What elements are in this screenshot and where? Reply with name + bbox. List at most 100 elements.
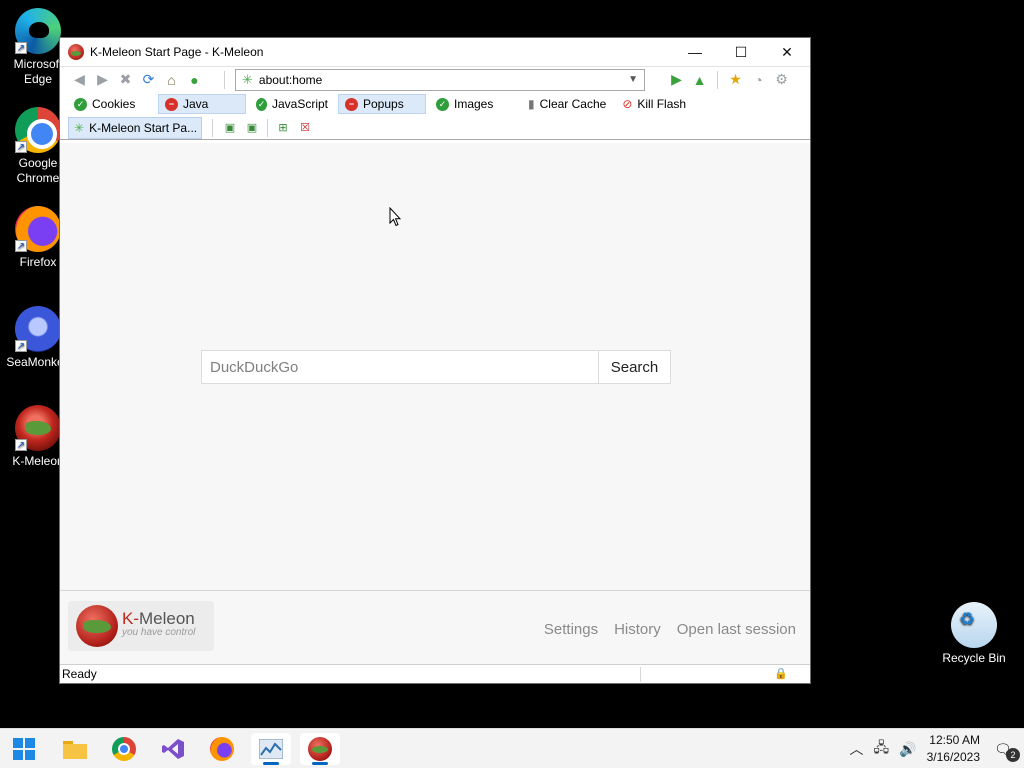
maximize-button[interactable]: ☐ xyxy=(718,38,764,66)
toolbar-separator xyxy=(717,70,718,89)
globe-icon[interactable]: ● xyxy=(183,70,206,90)
settings-link[interactable]: Settings xyxy=(544,621,598,638)
tab-start-page[interactable]: ✳ K-Meleon Start Pa... xyxy=(68,116,202,139)
running-indicator xyxy=(312,762,328,765)
status-cell xyxy=(640,667,768,682)
shortcut-arrow-icon: ↗ xyxy=(15,240,27,252)
settings-gear-icon[interactable]: ⚙ xyxy=(770,70,793,90)
shortcut-arrow-icon: ↗ xyxy=(15,340,27,352)
firefox-icon: ↗ xyxy=(15,206,61,252)
search-button[interactable]: Search xyxy=(598,350,671,384)
button-label: Clear Cache xyxy=(539,97,607,111)
kmeleon-icon: ↗ xyxy=(15,405,61,451)
url-input[interactable] xyxy=(258,72,629,87)
taskbar-firefox[interactable] xyxy=(202,733,242,765)
shortcut-arrow-icon: ↗ xyxy=(15,439,27,451)
windows-logo-icon xyxy=(13,738,35,760)
toggle-label: Popups xyxy=(363,97,404,111)
stop-icon[interactable]: ✖ xyxy=(114,70,137,90)
recycle-bin-icon: ♻ xyxy=(951,602,997,648)
visual-studio-icon xyxy=(162,739,184,759)
taskbar-file-explorer[interactable] xyxy=(55,733,95,765)
button-label: Kill Flash xyxy=(637,97,687,111)
footer-links: Settings History Open last session xyxy=(544,621,796,638)
taskbar-chrome[interactable] xyxy=(104,733,144,765)
notification-count: 2 xyxy=(1006,747,1020,762)
desktop-icon-label: Recycle Bin xyxy=(942,651,1006,665)
privacy-toolbar: ✓ Cookies − Java ✓ JavaScript − Popups ✓… xyxy=(60,92,810,116)
previous-tab-icon[interactable]: ▣ xyxy=(219,119,241,137)
open-last-session-link[interactable]: Open last session xyxy=(677,621,796,638)
kmeleon-logo: K-Meleon you have control xyxy=(68,601,214,651)
go-icon[interactable]: ▶ xyxy=(665,70,688,90)
taskbar: ︿ 🖧 🔊 12:50 AM 3/16/2023 🗨 2 xyxy=(0,728,1024,768)
search-form: Search xyxy=(201,350,671,384)
history-link[interactable]: History xyxy=(614,621,661,638)
history-icon[interactable]: ◔ xyxy=(747,70,770,90)
search-input[interactable] xyxy=(201,350,598,384)
minimize-button[interactable]: — xyxy=(672,38,718,66)
toggle-label: Images xyxy=(454,97,494,111)
next-tab-icon[interactable]: ▣ xyxy=(241,119,263,137)
tab-bar: ✳ K-Meleon Start Pa... ▣ ▣ ⊞ ☒ xyxy=(60,116,810,140)
status-bar: Ready 🔒 xyxy=(60,664,810,683)
url-bar[interactable]: ✳ ▼ xyxy=(235,68,645,91)
toolbar-separator xyxy=(267,118,268,137)
title-bar[interactable]: K-Meleon Start Page - K-Meleon — ☐ ✕ xyxy=(60,38,810,66)
taskbar-visual-studio[interactable] xyxy=(153,733,193,765)
firefox-icon xyxy=(210,737,234,761)
close-button[interactable]: ✕ xyxy=(764,38,810,66)
check-icon: ✓ xyxy=(74,97,87,111)
security-lock-icon: 🔒 xyxy=(774,668,788,680)
clock-time: 12:50 AM xyxy=(929,733,980,747)
volume-icon[interactable]: 🔊 xyxy=(899,741,916,758)
shortcut-arrow-icon: ↗ xyxy=(15,42,27,54)
kmeleon-icon xyxy=(308,737,332,761)
check-icon: ✓ xyxy=(436,97,449,111)
back-icon[interactable]: ◀ xyxy=(68,70,91,90)
toggle-java[interactable]: − Java xyxy=(158,94,246,114)
chrome-icon: ↗ xyxy=(15,107,61,153)
close-tab-icon[interactable]: ☒ xyxy=(294,119,316,137)
home-icon[interactable]: ⌂ xyxy=(160,70,183,90)
toolbar-separator xyxy=(224,70,225,89)
chevron-up-icon[interactable]: ︿ xyxy=(850,739,864,759)
taskbar-kmeleon[interactable] xyxy=(300,733,340,765)
desktop-icon-recycle-bin[interactable]: ♻ Recycle Bin xyxy=(936,602,1012,666)
up-icon[interactable]: ▲ xyxy=(688,70,711,90)
toggle-label: Cookies xyxy=(92,97,136,111)
network-icon[interactable]: 🖧 xyxy=(874,737,890,761)
forward-icon[interactable]: ▶ xyxy=(91,70,114,90)
bookmark-star-icon[interactable]: ★ xyxy=(724,70,747,90)
system-tray: ︿ 🖧 🔊 12:50 AM 3/16/2023 🗨 2 xyxy=(850,729,1024,768)
new-tab-icon[interactable]: ⊞ xyxy=(272,119,294,137)
folder-icon xyxy=(63,741,87,759)
kill-flash-button[interactable]: ⊘ Kill Flash xyxy=(616,94,692,114)
clear-cache-button[interactable]: ▮ Clear Cache xyxy=(522,94,612,114)
kmeleon-app-icon xyxy=(68,44,84,60)
page-content: Search xyxy=(60,143,810,590)
loading-icon: ✳ xyxy=(242,71,253,87)
check-icon: ✓ xyxy=(256,97,267,111)
toggle-javascript[interactable]: ✓ JavaScript xyxy=(250,94,334,114)
browser-window: K-Meleon Start Page - K-Meleon — ☐ ✕ ◀ ▶… xyxy=(59,37,811,684)
shortcut-arrow-icon: ↗ xyxy=(15,141,27,153)
notifications-icon[interactable]: 🗨 2 xyxy=(994,741,1020,762)
reload-icon[interactable]: ⟳ xyxy=(137,70,160,90)
toggle-popups[interactable]: − Popups xyxy=(338,94,426,114)
chevron-down-icon[interactable]: ▼ xyxy=(628,74,638,85)
logo-tagline: you have control xyxy=(122,627,196,638)
trash-icon: ▮ xyxy=(528,97,535,111)
status-text: Ready xyxy=(62,667,97,681)
kmeleon-logo-icon xyxy=(76,605,118,647)
toggle-label: JavaScript xyxy=(271,97,328,111)
loading-icon: ✳ xyxy=(74,120,85,135)
toggle-images[interactable]: ✓ Images xyxy=(430,94,518,114)
taskbar-resource-monitor[interactable] xyxy=(251,733,291,765)
blocked-icon: − xyxy=(165,97,178,111)
clock-date: 3/16/2023 xyxy=(926,750,980,764)
start-button[interactable] xyxy=(4,733,44,765)
chrome-icon xyxy=(112,737,136,761)
clock[interactable]: 12:50 AM 3/16/2023 xyxy=(927,732,980,766)
toggle-cookies[interactable]: ✓ Cookies xyxy=(68,94,154,114)
